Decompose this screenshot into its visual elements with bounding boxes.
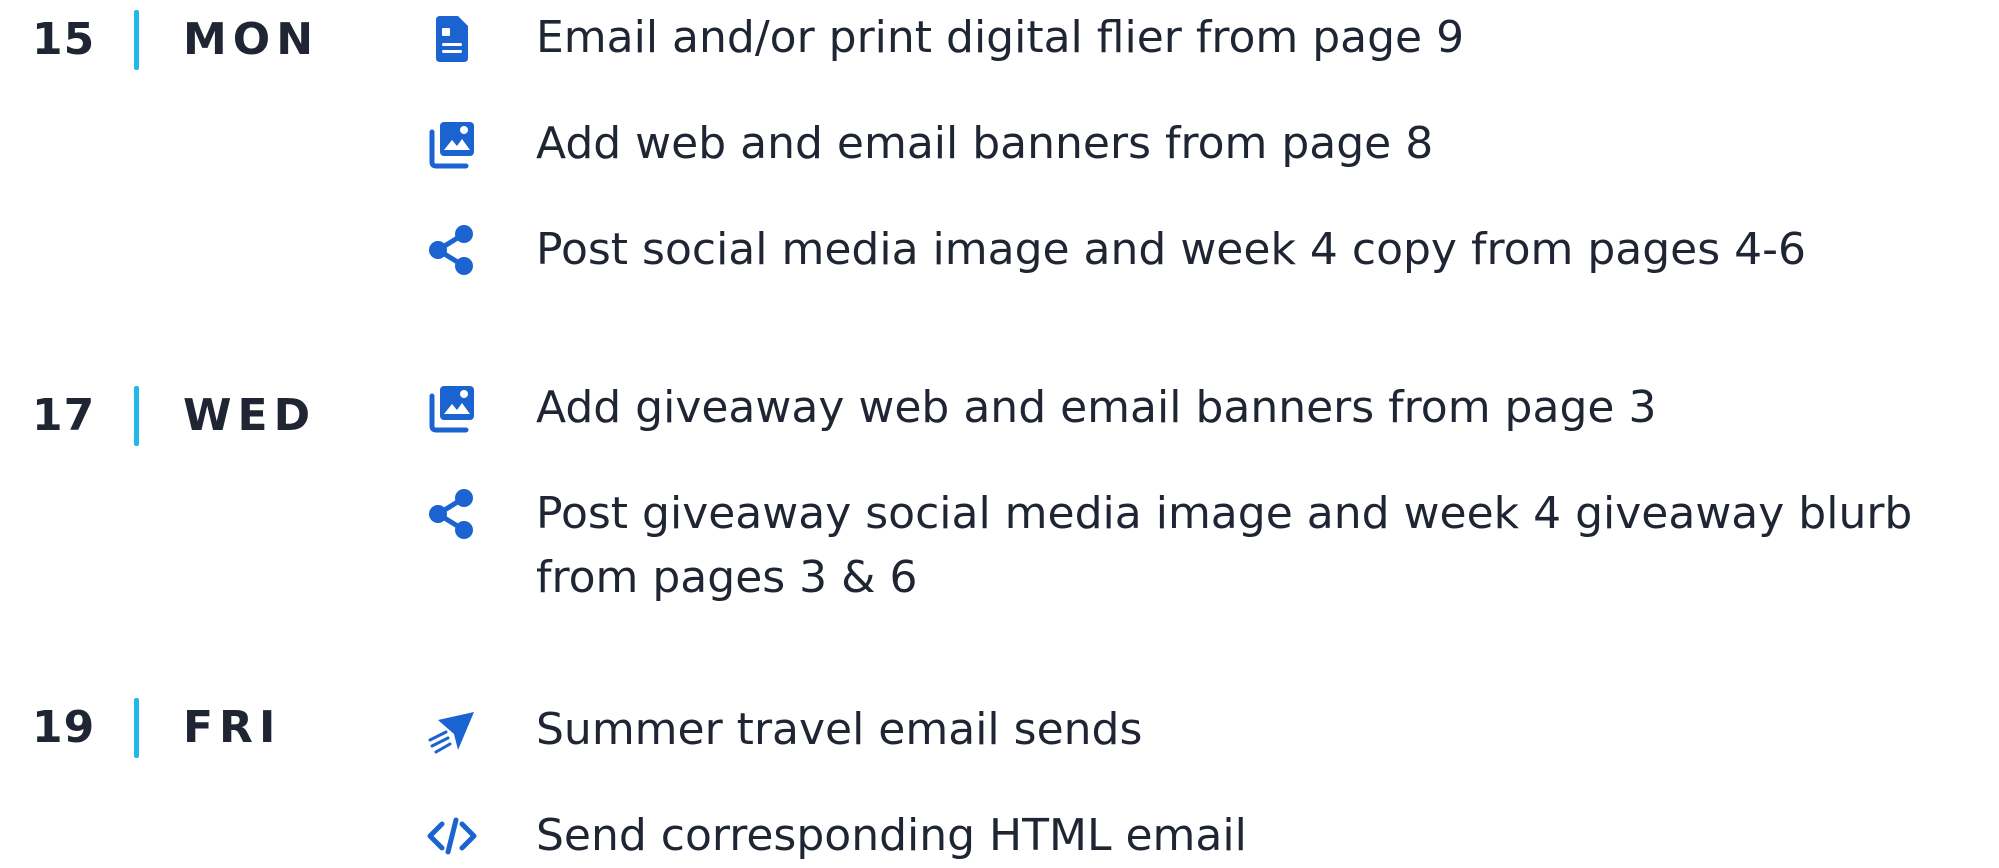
- document-icon: [424, 10, 480, 66]
- code-icon: [424, 808, 480, 864]
- image-gallery-icon: [424, 116, 480, 172]
- task-text: Add giveaway web and email banners from …: [536, 382, 1657, 433]
- task-text: Email and/or print digital flier from pa…: [536, 12, 1465, 63]
- day-name: WED: [183, 390, 317, 441]
- day-number: 15: [32, 14, 96, 65]
- task-text: Summer travel email sends: [536, 704, 1143, 755]
- task-text: Post giveaway social media image and wee…: [536, 488, 1913, 539]
- day-number: 17: [32, 390, 96, 441]
- image-gallery-icon: [424, 380, 480, 436]
- day-divider: [134, 386, 139, 446]
- schedule: 15 MON Email and/or print digital flier …: [0, 0, 1999, 863]
- day-number: 19: [32, 702, 96, 753]
- share-icon: [424, 222, 480, 278]
- day-name: MON: [183, 14, 320, 65]
- day-divider: [134, 10, 139, 70]
- task-text-continued: from pages 3 & 6: [536, 552, 918, 603]
- task-text: Post social media image and week 4 copy …: [536, 224, 1807, 275]
- send-icon: [424, 702, 480, 758]
- day-name: FRI: [183, 702, 282, 753]
- task-text: Send corresponding HTML email: [536, 810, 1247, 861]
- task-text: Add web and email banners from page 8: [536, 118, 1434, 169]
- share-icon: [424, 486, 480, 542]
- day-divider: [134, 698, 139, 758]
